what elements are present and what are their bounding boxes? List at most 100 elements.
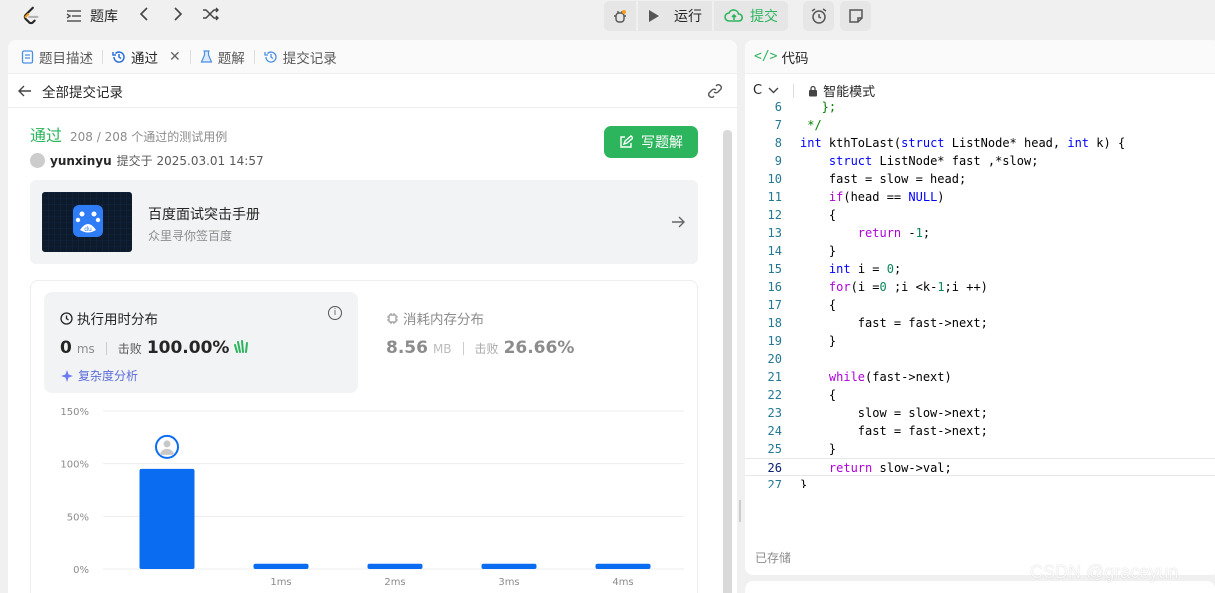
test-cases-count: 208 / 208 个通过的测试用例 (70, 130, 228, 144)
runtime-beat: 100.00% (146, 338, 230, 358)
line-number: 20 (767, 352, 782, 366)
code-text: slow = slow->next; (800, 406, 988, 420)
code-line[interactable]: 23 slow = slow->next; (745, 404, 1215, 422)
code-panel-title: 代码 (781, 50, 809, 67)
code-line[interactable]: 13 return -1; (745, 224, 1215, 242)
problem-list-button[interactable]: 题库 (66, 6, 118, 26)
language-select[interactable]: C (753, 83, 779, 98)
debug-button[interactable] (604, 1, 636, 31)
code-line[interactable]: 11 if(head == NULL) (745, 188, 1215, 206)
chart-bar[interactable] (595, 563, 651, 569)
code-line[interactable]: 24 fast = fast->next; (745, 422, 1215, 440)
memory-beat: 26.66% (503, 338, 575, 358)
top-bar: 题库 运行 提交 (0, 0, 1215, 34)
code-text: struct ListNode* fast ,*slow; (828, 154, 1039, 168)
y-tick-label: 150% (60, 407, 89, 418)
avatar-head (163, 440, 171, 448)
code-text: fast = fast->next; (800, 424, 988, 438)
tab-accepted[interactable]: 通过 ✕ (112, 47, 181, 67)
chart-bar[interactable] (253, 563, 309, 569)
code-line[interactable]: 12 { (745, 206, 1215, 224)
back-label: 全部提交记录 (42, 84, 123, 101)
arrow-right-icon (671, 213, 686, 232)
ad-banner[interactable]: du 百度面试突击手册 众里寻你签百度 (30, 180, 698, 264)
x-tick-label: 2ms (384, 577, 405, 588)
code-line[interactable]: 16 for(i =0 ;i <k-1;i ++) (745, 278, 1215, 296)
code-line[interactable]: 27} (745, 476, 1215, 488)
code-text: } (800, 442, 837, 456)
code-text: } (800, 478, 808, 488)
chart-bar[interactable] (367, 563, 423, 569)
tab-divider (189, 49, 191, 64)
code-line[interactable]: 26 return slow->val; (745, 458, 1215, 476)
runtime-value: 0 (60, 338, 72, 358)
shuffle-icon (203, 7, 219, 21)
line-number: 23 (767, 406, 782, 420)
arrow-left-icon (18, 85, 31, 96)
username[interactable]: yunxinyu (50, 154, 112, 168)
tool-buttons (803, 1, 871, 31)
info-icon[interactable]: i (328, 306, 342, 320)
code-text: if(head == NULL) (828, 190, 945, 204)
run-button[interactable]: 运行 (638, 1, 712, 31)
code-text: { (800, 388, 837, 402)
link-icon[interactable] (707, 83, 723, 99)
next-problem-button[interactable] (173, 6, 183, 22)
chart-bar[interactable] (481, 563, 537, 569)
code-line[interactable]: 21 while(fast->next) (745, 368, 1215, 386)
left-panel-scrollbar[interactable] (723, 130, 732, 593)
notes-button[interactable] (840, 1, 871, 31)
code-line[interactable]: 9 struct ListNode* fast ,*slow; (745, 152, 1215, 170)
line-number: 26 (767, 461, 782, 475)
code-text: for(i =0 ;i <k-1;i ++) (828, 280, 988, 294)
write-solution-button[interactable]: 写题解 (604, 126, 698, 158)
code-line[interactable]: 10 fast = slow = head; (745, 170, 1215, 188)
complexity-analysis-link[interactable]: 复杂度分析 (60, 367, 138, 384)
code-line[interactable]: 19 } (745, 332, 1215, 350)
code-line[interactable]: 22 { (745, 386, 1215, 404)
panel-resize-handle[interactable] (739, 500, 741, 522)
bug-icon (614, 10, 626, 23)
y-tick-label: 0% (73, 565, 89, 576)
code-line[interactable]: 7 */ (745, 116, 1215, 134)
code-line[interactable]: 6 }; (745, 98, 1215, 116)
code-line[interactable]: 18 fast = fast->next; (745, 314, 1215, 332)
line-number: 12 (767, 208, 782, 222)
line-number: 6 (774, 100, 782, 114)
runtime-stats[interactable]: 执行用时分布 i 0 ms 击败 100.00% 复杂度分析 (44, 292, 358, 393)
tab-description[interactable]: 题目描述 (21, 47, 93, 67)
code-text: fast = slow = head; (800, 172, 967, 186)
back-to-submissions[interactable]: 全部提交记录 (8, 74, 737, 108)
run-submit-group: 运行 提交 (604, 1, 788, 31)
line-number: 13 (767, 226, 782, 240)
line-number: 10 (767, 172, 782, 186)
leetcode-logo-icon[interactable] (20, 5, 42, 27)
tab-solutions[interactable]: 题解 (200, 47, 245, 67)
code-text: fast = fast->next; (800, 316, 988, 330)
code-editor[interactable]: 6 }; 7 */8 int kthToLast(struct ListNode* … (745, 98, 1215, 488)
history-icon (112, 50, 125, 63)
code-line[interactable]: 14 } (745, 242, 1215, 260)
submitter-info: yunxinyu 提交于 2025.03.01 14:57 (30, 152, 264, 169)
tab-submissions[interactable]: 提交记录 (264, 47, 337, 67)
play-icon (649, 10, 659, 22)
line-number: 11 (767, 190, 782, 204)
x-tick-label: 4ms (612, 577, 633, 588)
runtime-distribution-chart: 150% 100% 50% 0% 1ms 2ms 3ms 4ms (60, 407, 684, 588)
timer-button[interactable] (803, 1, 834, 31)
prev-problem-button[interactable] (139, 6, 149, 22)
code-line[interactable]: 17 { (745, 296, 1215, 314)
code-line[interactable]: 15 int i = 0; (745, 260, 1215, 278)
code-line[interactable]: 8 int kthToLast(struct ListNode* head, in… (745, 134, 1215, 152)
memory-stats-title[interactable]: 消耗内存分布 (386, 308, 484, 328)
chart-bar[interactable] (139, 468, 195, 569)
avatar[interactable] (30, 153, 45, 168)
svg-text:du: du (84, 226, 92, 233)
tab-divider (253, 49, 255, 64)
chevron-down-icon (768, 87, 779, 94)
close-tab-icon[interactable]: ✕ (169, 49, 181, 65)
code-line[interactable]: 20 (745, 350, 1215, 368)
random-problem-button[interactable] (202, 6, 220, 22)
submit-button[interactable]: 提交 (714, 1, 788, 31)
code-line[interactable]: 25 } (745, 440, 1215, 458)
